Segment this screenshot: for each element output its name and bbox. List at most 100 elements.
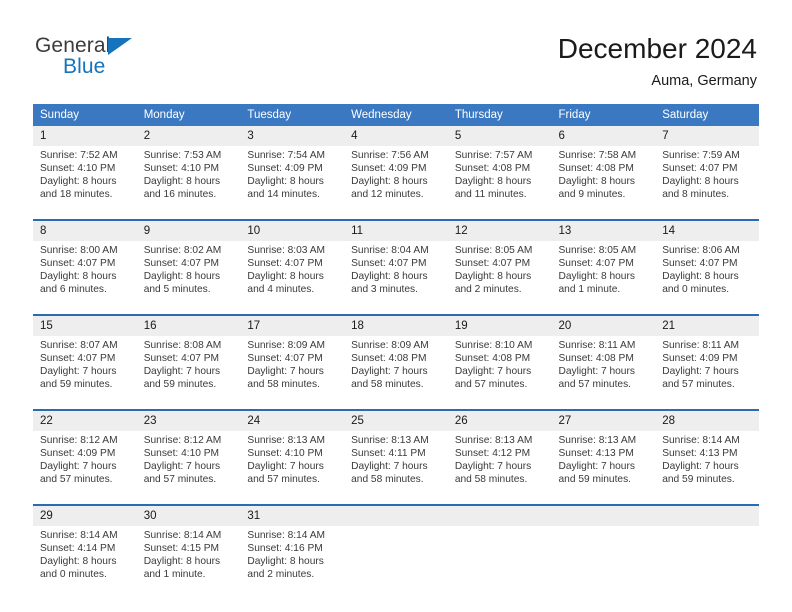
sunset-text: Sunset: 4:08 PM <box>454 353 531 365</box>
day-number[interactable]: 11 <box>344 219 448 241</box>
daylight-text: Daylight: 7 hours <box>143 366 221 378</box>
day-cell-empty <box>344 526 448 599</box>
blue-triangle-icon <box>108 38 132 55</box>
sunset-text: Sunset: 4:10 PM <box>143 163 220 175</box>
day-cell[interactable]: Sunrise: 8:14 AM Sunset: 4:14 PM Dayligh… <box>33 526 137 599</box>
day-cell[interactable]: Sunrise: 8:13 AM Sunset: 4:10 PM Dayligh… <box>240 431 345 505</box>
day-number[interactable]: 13 <box>551 219 656 241</box>
weekday-header-wednesday: Wednesday <box>344 104 448 126</box>
day-number[interactable]: 9 <box>136 219 241 241</box>
daylight-text-cont: and 58 minutes. <box>351 379 424 391</box>
day-cell[interactable]: Sunrise: 7:54 AM Sunset: 4:09 PM Dayligh… <box>240 146 345 220</box>
daylight-text-cont: and 2 minutes. <box>247 569 315 581</box>
day-number[interactable]: 6 <box>551 126 656 146</box>
day-cell[interactable]: Sunrise: 8:04 AM Sunset: 4:07 PM Dayligh… <box>344 241 448 315</box>
day-cell[interactable]: Sunrise: 7:53 AM Sunset: 4:10 PM Dayligh… <box>136 146 241 220</box>
day-number[interactable]: 16 <box>136 314 241 336</box>
sunset-text: Sunset: 4:07 PM <box>662 258 738 270</box>
sunrise-text: Sunrise: 8:11 AM <box>558 340 636 351</box>
day-cell[interactable]: Sunrise: 8:14 AM Sunset: 4:16 PM Dayligh… <box>240 526 345 599</box>
day-number[interactable]: 26 <box>447 409 552 431</box>
sunset-text: Sunset: 4:07 PM <box>247 258 323 270</box>
day-cell[interactable]: Sunrise: 8:12 AM Sunset: 4:10 PM Dayligh… <box>136 431 241 505</box>
day-number[interactable]: 25 <box>344 409 448 431</box>
daylight-text-cont: and 11 minutes. <box>454 189 527 201</box>
daylight-text-cont: and 57 minutes. <box>662 379 735 391</box>
general-blue-logo[interactable]: General Blue <box>35 34 195 86</box>
day-number[interactable]: 3 <box>240 126 345 146</box>
day-number[interactable]: 5 <box>447 126 552 146</box>
day-cell[interactable]: Sunrise: 8:14 AM Sunset: 4:13 PM Dayligh… <box>655 431 759 505</box>
daylight-text-cont: and 59 minutes. <box>40 379 113 391</box>
daylight-text: Daylight: 7 hours <box>247 366 324 378</box>
day-cell[interactable]: Sunrise: 7:57 AM Sunset: 4:08 PM Dayligh… <box>447 146 552 220</box>
day-number[interactable]: 22 <box>33 409 137 431</box>
day-number[interactable]: 30 <box>136 504 241 526</box>
day-cell[interactable]: Sunrise: 7:58 AM Sunset: 4:08 PM Dayligh… <box>551 146 656 220</box>
day-number[interactable]: 15 <box>33 314 137 336</box>
day-number[interactable]: 10 <box>240 219 345 241</box>
day-cell[interactable]: Sunrise: 8:12 AM Sunset: 4:09 PM Dayligh… <box>33 431 137 505</box>
day-number[interactable]: 24 <box>240 409 345 431</box>
sunset-text: Sunset: 4:07 PM <box>662 163 738 175</box>
day-cell[interactable]: Sunrise: 7:52 AM Sunset: 4:10 PM Dayligh… <box>33 146 137 220</box>
sunset-text: Sunset: 4:09 PM <box>662 353 738 365</box>
day-number[interactable]: 18 <box>344 314 448 336</box>
day-number[interactable]: 14 <box>655 219 759 241</box>
day-cell[interactable]: Sunrise: 8:00 AM Sunset: 4:07 PM Dayligh… <box>33 241 137 315</box>
day-number[interactable]: 17 <box>240 314 345 336</box>
day-cell[interactable]: Sunrise: 8:14 AM Sunset: 4:15 PM Dayligh… <box>136 526 241 599</box>
day-number[interactable]: 27 <box>551 409 656 431</box>
day-cell[interactable]: Sunrise: 8:13 AM Sunset: 4:11 PM Dayligh… <box>344 431 448 505</box>
day-cell[interactable]: Sunrise: 8:02 AM Sunset: 4:07 PM Dayligh… <box>136 241 241 315</box>
day-number[interactable]: 29 <box>33 504 137 526</box>
day-number[interactable]: 19 <box>447 314 552 336</box>
sunset-text: Sunset: 4:14 PM <box>40 543 116 555</box>
sunset-text: Sunset: 4:07 PM <box>40 258 116 270</box>
daylight-text-cont: and 57 minutes. <box>143 474 217 486</box>
calendar-page: General Blue December 2024 Auma, Germany… <box>0 0 792 612</box>
day-cell[interactable]: Sunrise: 8:11 AM Sunset: 4:09 PM Dayligh… <box>655 336 759 410</box>
sunrise-text: Sunrise: 8:02 AM <box>143 245 222 256</box>
sunset-text: Sunset: 4:09 PM <box>247 163 323 175</box>
week-row-daynumbers: 8 9 10 11 12 13 14 <box>33 219 759 241</box>
day-cell[interactable]: Sunrise: 8:03 AM Sunset: 4:07 PM Dayligh… <box>240 241 345 315</box>
day-number[interactable]: 20 <box>551 314 656 336</box>
daylight-text: Daylight: 7 hours <box>662 366 739 378</box>
sunrise-text: Sunrise: 8:10 AM <box>454 340 533 351</box>
day-cell[interactable]: Sunrise: 8:11 AM Sunset: 4:08 PM Dayligh… <box>551 336 656 410</box>
daylight-text-cont: and 4 minutes. <box>247 284 315 296</box>
day-number[interactable]: 28 <box>655 409 759 431</box>
day-cell[interactable]: Sunrise: 8:07 AM Sunset: 4:07 PM Dayligh… <box>33 336 137 410</box>
sunrise-text: Sunrise: 8:13 AM <box>247 435 325 446</box>
daylight-text: Daylight: 7 hours <box>143 461 221 473</box>
day-cell[interactable]: Sunrise: 7:56 AM Sunset: 4:09 PM Dayligh… <box>344 146 448 220</box>
day-cell[interactable]: Sunrise: 7:59 AM Sunset: 4:07 PM Dayligh… <box>655 146 759 220</box>
sunrise-text: Sunrise: 7:53 AM <box>143 150 222 161</box>
day-number[interactable]: 31 <box>240 504 345 526</box>
day-cell[interactable]: Sunrise: 8:05 AM Sunset: 4:07 PM Dayligh… <box>551 241 656 315</box>
day-cell[interactable]: Sunrise: 8:10 AM Sunset: 4:08 PM Dayligh… <box>447 336 552 410</box>
day-cell[interactable]: Sunrise: 8:06 AM Sunset: 4:07 PM Dayligh… <box>655 241 759 315</box>
daylight-text-cont: and 57 minutes. <box>454 379 528 391</box>
day-cell[interactable]: Sunrise: 8:09 AM Sunset: 4:08 PM Dayligh… <box>344 336 448 410</box>
day-number[interactable]: 23 <box>136 409 241 431</box>
sunset-text: Sunset: 4:07 PM <box>143 258 220 270</box>
day-cell[interactable]: Sunrise: 8:08 AM Sunset: 4:07 PM Dayligh… <box>136 336 241 410</box>
day-number[interactable]: 2 <box>136 126 241 146</box>
daylight-text: Daylight: 8 hours <box>558 271 635 283</box>
day-number[interactable]: 12 <box>447 219 552 241</box>
daylight-text-cont: and 59 minutes. <box>662 474 735 486</box>
day-cell[interactable]: Sunrise: 8:13 AM Sunset: 4:12 PM Dayligh… <box>447 431 552 505</box>
day-cell[interactable]: Sunrise: 8:09 AM Sunset: 4:07 PM Dayligh… <box>240 336 345 410</box>
day-cell[interactable]: Sunrise: 8:05 AM Sunset: 4:07 PM Dayligh… <box>447 241 552 315</box>
day-number[interactable]: 1 <box>33 126 137 146</box>
day-number[interactable]: 8 <box>33 219 137 241</box>
day-number[interactable]: 21 <box>655 314 759 336</box>
sunrise-text: Sunrise: 8:04 AM <box>351 245 429 256</box>
day-number[interactable]: 4 <box>344 126 448 146</box>
day-number[interactable]: 7 <box>655 126 759 146</box>
day-cell-empty <box>447 526 552 599</box>
day-cell[interactable]: Sunrise: 8:13 AM Sunset: 4:13 PM Dayligh… <box>551 431 656 505</box>
sunrise-text: Sunrise: 8:13 AM <box>351 435 429 446</box>
